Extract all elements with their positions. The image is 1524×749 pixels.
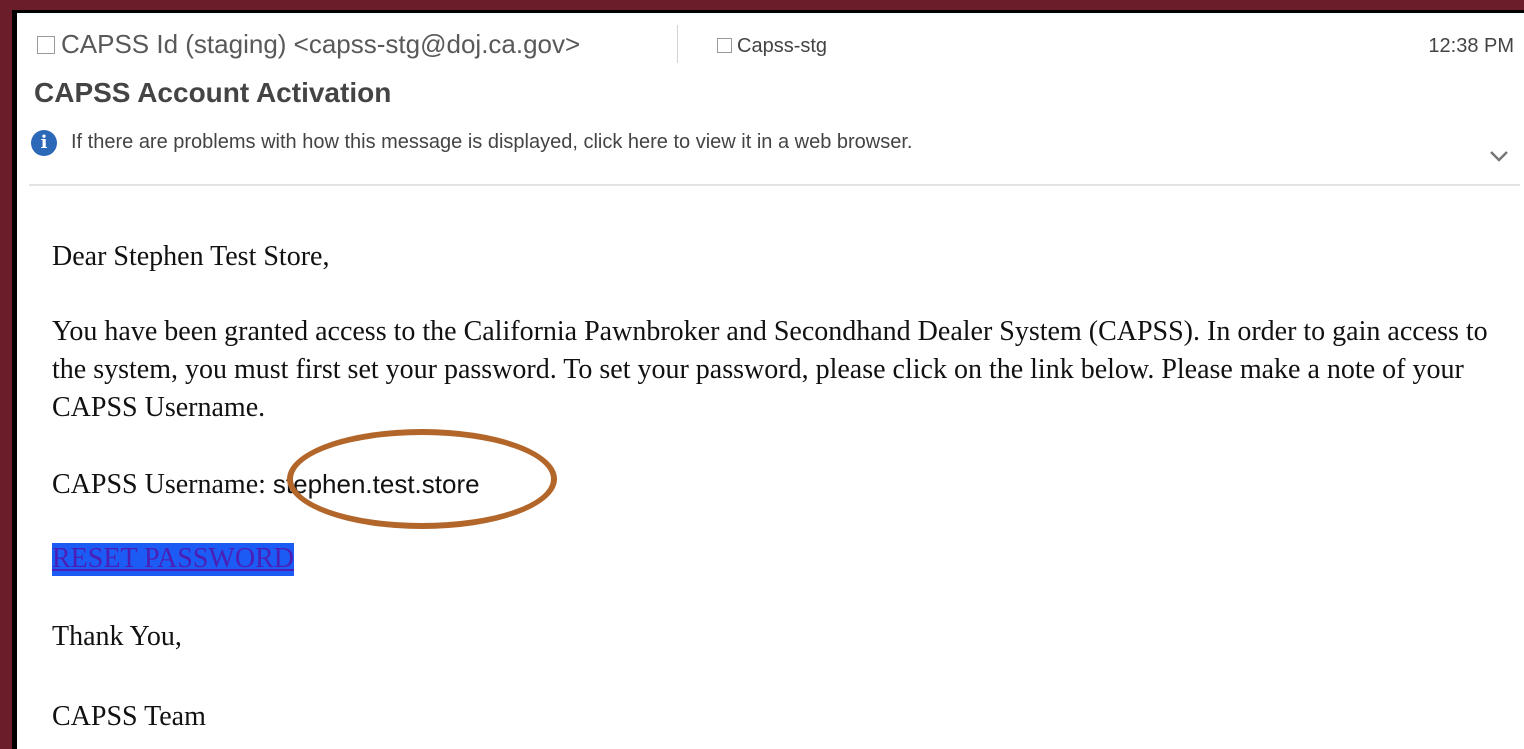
message-pane: CAPSS Id (staging) <capss-stg@doj.ca.gov… (17, 13, 1524, 749)
message-header: CAPSS Id (staging) <capss-stg@doj.ca.gov… (17, 25, 1524, 65)
greeting: Dear Stephen Test Store, (52, 241, 330, 272)
body-paragraph: You have been granted access to the Cali… (52, 316, 1488, 423)
recipient-text: Capss-stg (737, 35, 828, 57)
received-time: 12:38 PM (1428, 35, 1514, 57)
message-subject: CAPSS Account Activation (34, 77, 392, 108)
username-label: CAPSS Username: (52, 469, 273, 500)
header-separator (29, 184, 1520, 186)
reset-link-line: RESET PASSWORD (52, 540, 294, 578)
sender-checkbox[interactable] (37, 36, 55, 54)
username-highlight-oval (287, 429, 557, 529)
sender-text: CAPSS Id (staging) <capss-stg@doj.ca.gov… (61, 29, 581, 59)
closing: Thank You, (52, 621, 182, 652)
sender-field[interactable]: CAPSS Id (staging) <capss-stg@doj.ca.gov… (37, 29, 580, 60)
recipient-checkbox[interactable] (717, 38, 732, 53)
header-divider (677, 25, 678, 63)
chevron-down-icon[interactable] (1488, 148, 1510, 164)
reset-password-link[interactable]: RESET PASSWORD (52, 543, 294, 576)
recipient-field[interactable]: Capss-stg (717, 35, 827, 58)
info-bar[interactable]: i If there are problems with how this me… (31, 127, 1431, 157)
signature: CAPSS Team (52, 701, 206, 732)
info-icon: i (31, 130, 57, 156)
info-message[interactable]: If there are problems with how this mess… (71, 131, 912, 154)
